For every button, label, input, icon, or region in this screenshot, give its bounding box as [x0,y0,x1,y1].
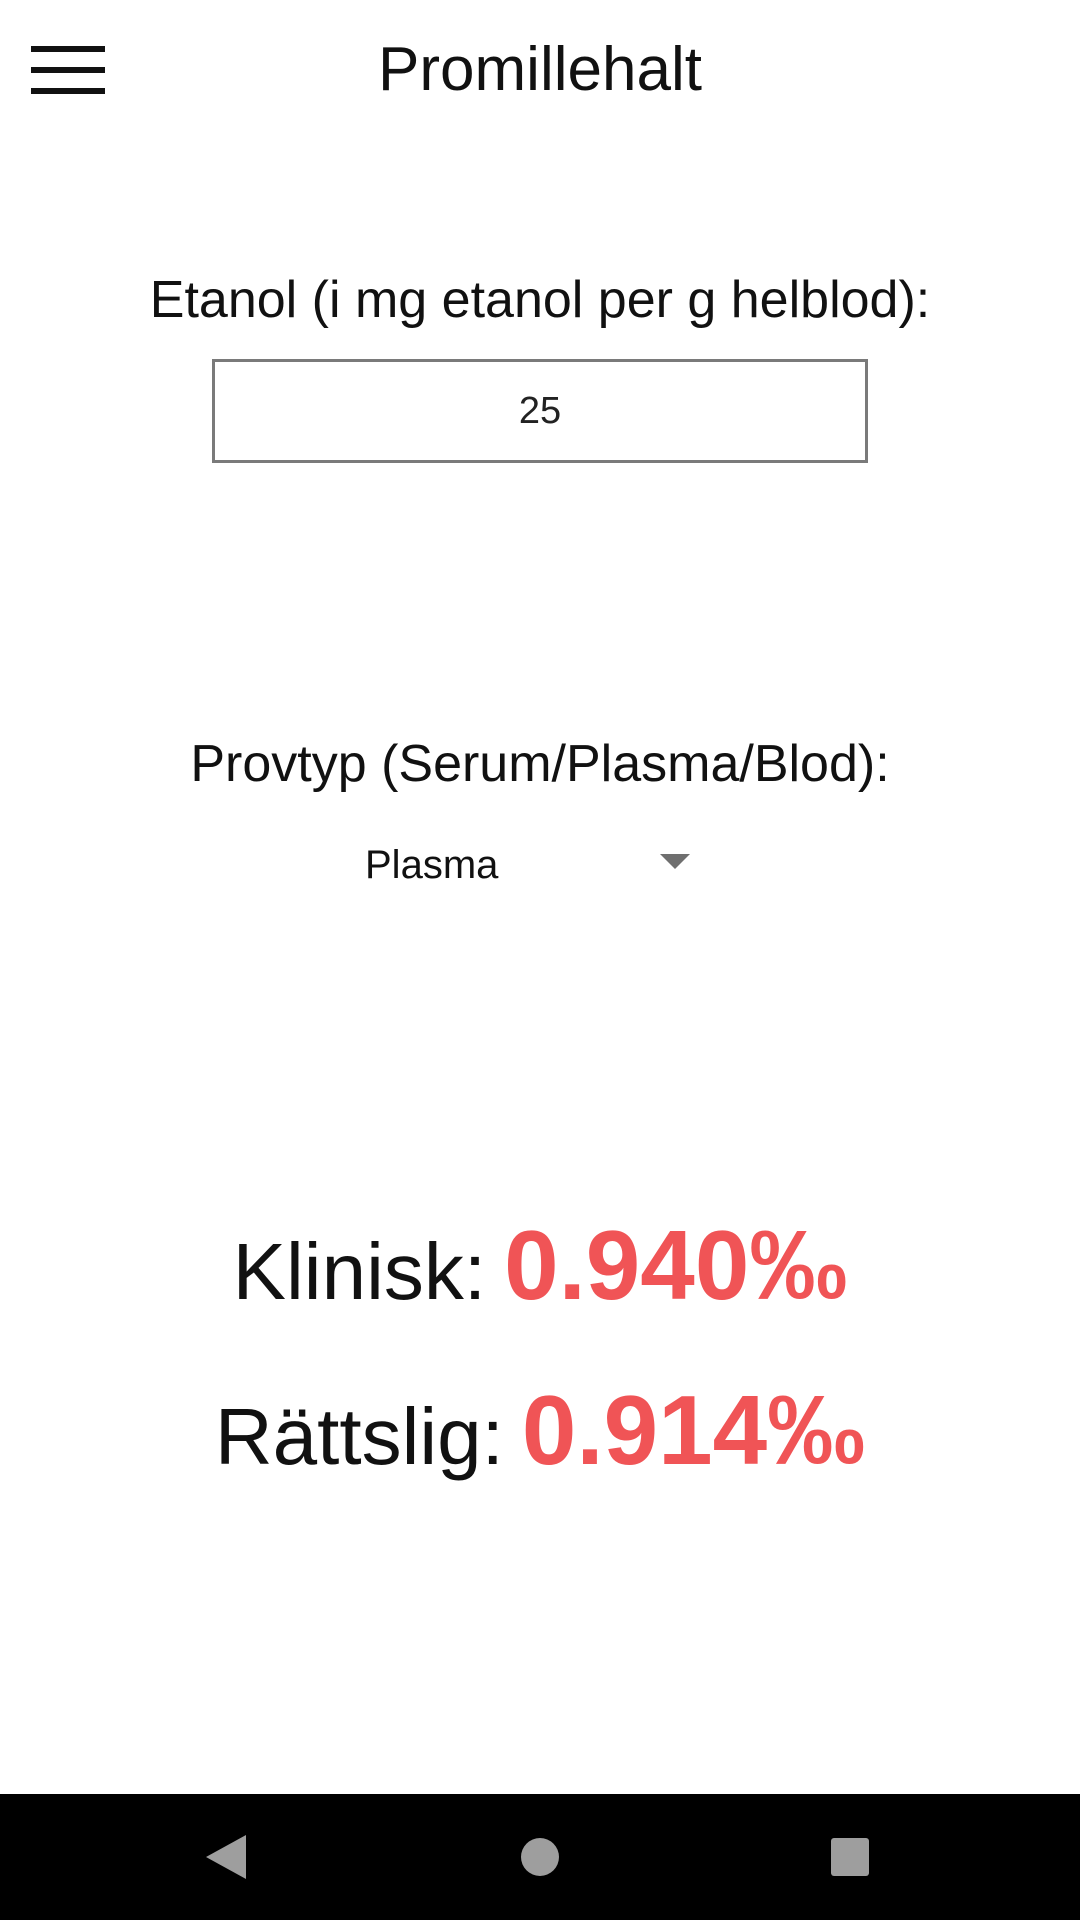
nav-home-button[interactable] [470,1794,610,1920]
page-title: Promillehalt [378,35,702,104]
nav-back-button[interactable] [156,1794,296,1920]
app-bar: Promillehalt [0,0,1080,140]
rattslig-value: 0.914‰ [521,1375,866,1485]
screen: Promillehalt Etanol (i mg etanol per g h… [0,0,1080,1920]
home-circle-icon [521,1838,559,1876]
provtyp-selected-value: Plasma [365,843,499,887]
menu-button[interactable] [22,30,114,110]
rattslig-result: Rättslig: 0.914‰ [0,1375,1080,1492]
provtyp-label: Provtyp (Serum/Plasma/Blod): [190,735,890,793]
klinisk-label: Klinisk: [232,1227,487,1316]
recents-square-icon [831,1838,869,1876]
klinisk-value: 0.940‰ [504,1210,848,1320]
rattslig-label: Rättslig: [214,1392,504,1481]
back-triangle-icon [206,1835,246,1879]
dropdown-arrow-icon [660,854,690,869]
hamburger-menu-icon [31,46,105,94]
klinisk-result: Klinisk: 0.940‰ [0,1210,1080,1327]
etanol-label: Etanol (i mg etanol per g helblod): [149,271,931,329]
nav-recents-button[interactable] [780,1794,920,1920]
etanol-input[interactable] [212,359,868,463]
system-navigation-bar [0,1794,1080,1920]
provtyp-dropdown[interactable]: Plasma [340,830,710,900]
